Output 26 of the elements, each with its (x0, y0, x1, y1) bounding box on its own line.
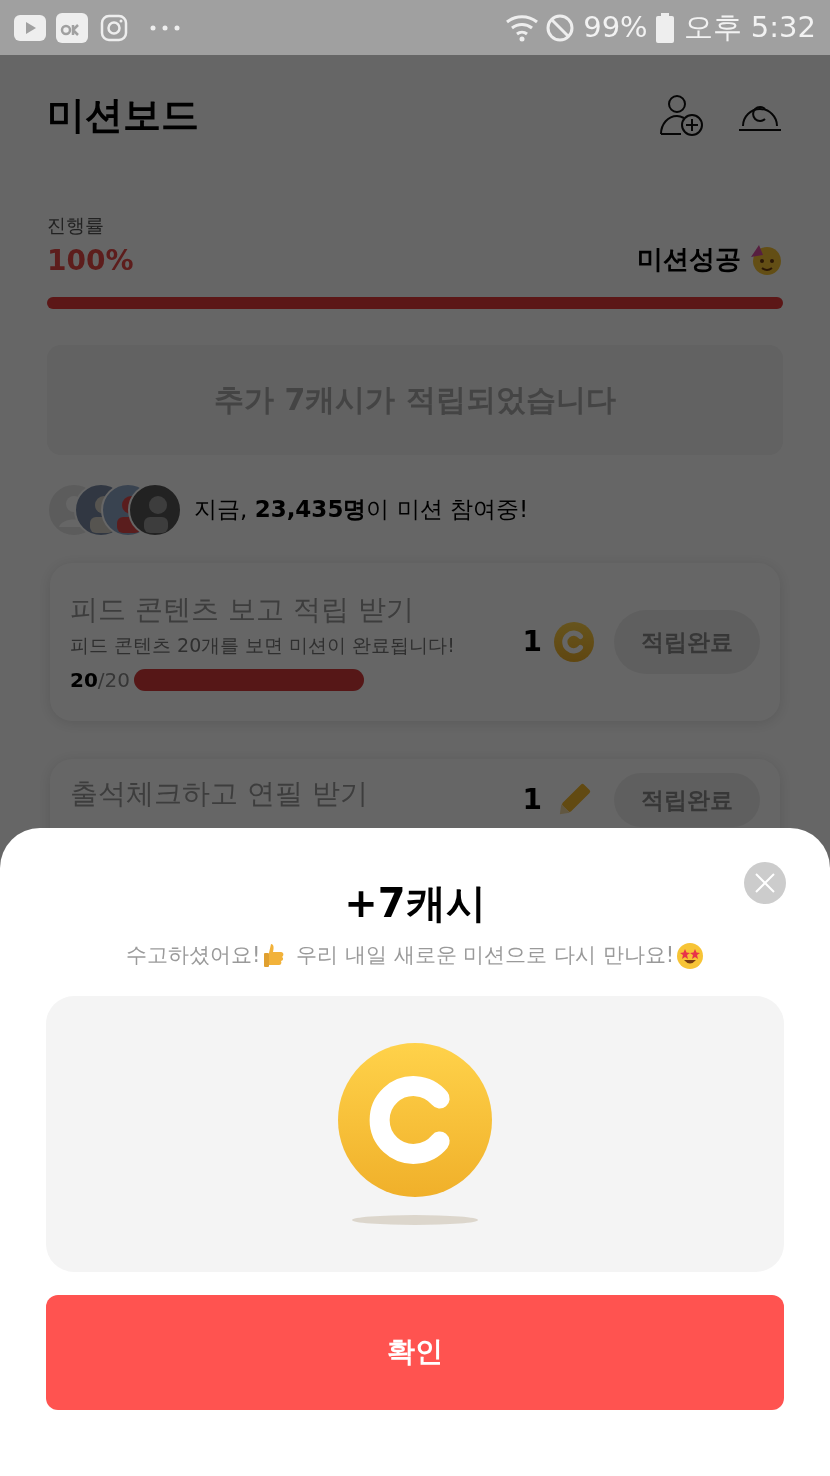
progress-percent: 100% (47, 242, 134, 279)
more-icon (150, 24, 180, 31)
sheet-message: 우리 내일 새로운 미션으로 다시 만나요! (296, 942, 675, 969)
coin-icon (338, 1042, 492, 1197)
participants-text: 지금, 23,435명이 미션 참여중! (194, 495, 529, 525)
clock-time: 오후 5:32 (683, 8, 816, 46)
coin-shadow-icon (352, 1214, 478, 1225)
coin-icon (554, 621, 594, 662)
star-eyes-face-icon (676, 941, 705, 970)
blocked-icon (545, 12, 576, 43)
sheet-message: 수고하셨어요! (125, 942, 261, 969)
chat-icon (56, 12, 88, 43)
reward-amount: 1 (522, 623, 542, 660)
progress-label: 진행률 (47, 213, 105, 238)
confirm-button[interactable]: 확인 (46, 1294, 784, 1410)
mission-result: 미션성공 (637, 242, 741, 276)
add-person-icon (659, 92, 705, 138)
close-icon (755, 873, 775, 893)
page-title: 미션보드 (47, 91, 199, 139)
play-icon (14, 14, 46, 41)
battery-icon (655, 12, 674, 43)
battery-percent: 99% (583, 8, 648, 46)
reward-amount: 1 (522, 782, 542, 818)
add-friend-button[interactable] (659, 92, 705, 138)
camera-icon (100, 13, 128, 42)
sheet-title: +7캐시 (344, 879, 486, 928)
